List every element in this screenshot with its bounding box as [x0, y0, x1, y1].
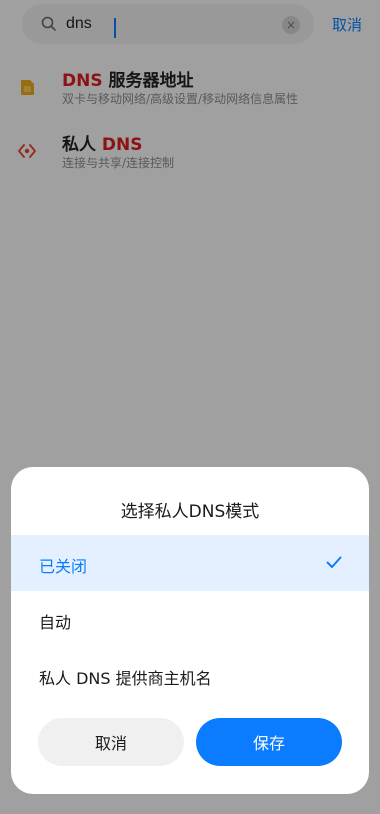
option-auto[interactable]: 自动 — [11, 591, 369, 647]
private-dns-mode-dialog: 选择私人DNS模式 已关闭 自动 私人 DNS 提供商主机名 取消 保存 — [11, 467, 369, 794]
option-label: 自动 — [39, 613, 72, 632]
dialog-save-button[interactable]: 保存 — [196, 718, 342, 766]
dialog-title: 选择私人DNS模式 — [120, 502, 260, 522]
option-label: 私人 DNS 提供商主机名 — [39, 669, 212, 688]
checkmark-icon — [326, 556, 342, 568]
option-label: 已关闭 — [39, 557, 88, 576]
option-provider-hostname[interactable]: 私人 DNS 提供商主机名 — [11, 647, 369, 703]
dialog-cancel-button[interactable]: 取消 — [38, 718, 184, 766]
option-off[interactable]: 已关闭 — [11, 535, 369, 591]
